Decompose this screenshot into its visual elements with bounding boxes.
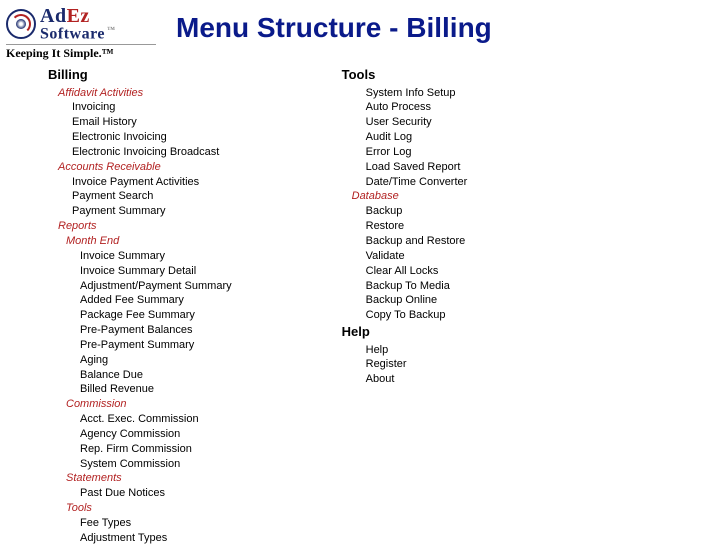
menu-item: Clear All Locks bbox=[366, 264, 468, 279]
subgroup-tools: Tools bbox=[66, 501, 232, 516]
menu-item: Added Fee Summary bbox=[80, 293, 232, 308]
menu-item: Invoice Summary bbox=[80, 249, 232, 264]
menu-item: Fee Types bbox=[80, 516, 232, 531]
menu-item: Audit Log bbox=[366, 130, 468, 145]
menu-item: Billed Revenue bbox=[80, 382, 232, 397]
menu-item: Past Due Notices bbox=[80, 486, 232, 501]
menu-item: Validate bbox=[366, 249, 468, 264]
menu-item: Payment Search bbox=[72, 189, 232, 204]
menu-item: Backup and Restore bbox=[366, 234, 468, 249]
menu-item: Load Saved Report bbox=[366, 160, 468, 175]
menu-item: Electronic Invoicing bbox=[72, 130, 232, 145]
menu-item: Pre-Payment Summary bbox=[80, 338, 232, 353]
logo-line2: Software™ bbox=[40, 26, 116, 42]
menu-item: Adjustment Types bbox=[80, 531, 232, 546]
menu-item: Copy To Backup bbox=[366, 308, 468, 323]
menu-item: Register bbox=[366, 357, 468, 372]
left-column: Billing Affidavit Activities Invoicing E… bbox=[48, 66, 232, 546]
subgroup-statements: Statements bbox=[66, 471, 232, 486]
menu-item: Invoicing bbox=[72, 100, 232, 115]
menu-item: Agency Commission bbox=[80, 427, 232, 442]
menu-item: User Security bbox=[366, 115, 468, 130]
menu-item: Date/Time Converter bbox=[366, 175, 468, 190]
menu-item: Auto Process bbox=[366, 100, 468, 115]
subgroup-commission: Commission bbox=[66, 397, 232, 412]
menu-item: Restore bbox=[366, 219, 468, 234]
menu-item: Rep. Firm Commission bbox=[80, 442, 232, 457]
group-ar: Accounts Receivable bbox=[58, 160, 232, 175]
logo-ad: Ad bbox=[40, 5, 67, 27]
subgroup-monthend: Month End bbox=[66, 234, 232, 249]
page-title: Menu Structure - Billing bbox=[176, 12, 492, 44]
menu-item: Backup To Media bbox=[366, 279, 468, 294]
tools-heading: Tools bbox=[342, 66, 468, 84]
menu-item: Backup bbox=[366, 204, 468, 219]
logo-tagline: Keeping It Simple.™ bbox=[6, 44, 156, 61]
logo-line1: AdEz bbox=[40, 6, 116, 26]
menu-item: System Info Setup bbox=[366, 86, 468, 101]
menu-item: Package Fee Summary bbox=[80, 308, 232, 323]
header: AdEz Software™ Keeping It Simple.™ Menu … bbox=[0, 0, 720, 58]
menu-item: Backup Online bbox=[366, 293, 468, 308]
menu-item: Invoice Summary Detail bbox=[80, 264, 232, 279]
menu-item: Error Log bbox=[366, 145, 468, 160]
logo-block: AdEz Software™ Keeping It Simple.™ bbox=[6, 6, 156, 61]
menu-item: Email History bbox=[72, 115, 232, 130]
menu-item: Payment Summary bbox=[72, 204, 232, 219]
billing-heading: Billing bbox=[48, 66, 232, 84]
help-heading: Help bbox=[342, 323, 468, 341]
group-reports: Reports bbox=[58, 219, 232, 234]
group-database: Database bbox=[352, 189, 468, 204]
menu-item: About bbox=[366, 372, 468, 387]
menu-item: Electronic Invoicing Broadcast bbox=[72, 145, 232, 160]
tm-icon: ™ bbox=[107, 25, 116, 34]
logo-ez: Ez bbox=[67, 5, 90, 27]
menu-item: System Commission bbox=[80, 457, 232, 472]
menu-item: Invoice Payment Activities bbox=[72, 175, 232, 190]
content: Billing Affidavit Activities Invoicing E… bbox=[0, 58, 720, 546]
group-affidavit: Affidavit Activities bbox=[58, 86, 232, 101]
logo-swirl-icon bbox=[6, 9, 36, 39]
menu-item: Adjustment/Payment Summary bbox=[80, 279, 232, 294]
menu-item: Help bbox=[366, 343, 468, 358]
menu-item: Acct. Exec. Commission bbox=[80, 412, 232, 427]
menu-item: Balance Due bbox=[80, 368, 232, 383]
menu-item: Pre-Payment Balances bbox=[80, 323, 232, 338]
menu-item: Aging bbox=[80, 353, 232, 368]
right-column: Tools System Info Setup Auto Process Use… bbox=[342, 66, 468, 546]
